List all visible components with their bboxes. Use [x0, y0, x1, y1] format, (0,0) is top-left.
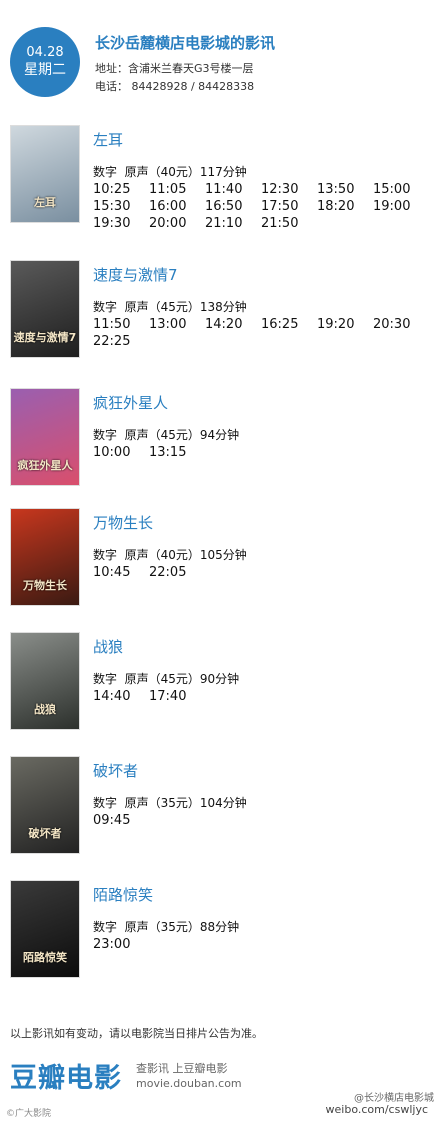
movie-poster[interactable]: 陌路惊笑 — [10, 880, 80, 978]
douban-movie-logo[interactable]: 豆瓣电影 — [10, 1056, 122, 1095]
movie-item[interactable]: 万物生长 万物生长 数字 原声（40元）105分钟 10:45 22:05 — [0, 508, 440, 618]
cinema-address: 地址：含浦米兰春天G3号楼一层 — [95, 62, 254, 75]
movie-info: 数字 原声（35元）104分钟 — [93, 796, 247, 810]
cinema-header: 04.28 星期二 长沙岳麓横店电影城的影讯 地址：含浦米兰春天G3号楼一层 电… — [0, 0, 440, 110]
movie-item[interactable]: 疯狂外星人 疯狂外星人 数字 原声（45元）94分钟 10:00 13:15 — [0, 388, 440, 498]
showtime[interactable]: 19:30 — [93, 215, 130, 232]
movie-title[interactable]: 疯狂外星人 — [93, 392, 168, 413]
movie-item[interactable]: 速度与激情7 速度与激情7 数字 原声（45元）138分钟 11:50 13:00 14:… — [0, 260, 440, 370]
showtime[interactable]: 11:50 — [93, 316, 130, 333]
movie-title[interactable]: 破坏者 — [93, 760, 138, 781]
movie-poster[interactable]: 战狼 — [10, 632, 80, 730]
showtime[interactable]: 14:40 — [93, 688, 130, 705]
brand-links[interactable]: 查影讯 上豆瓣电影 — [136, 1060, 228, 1076]
movie-title[interactable]: 陌路惊笑 — [93, 884, 153, 905]
showtime[interactable]: 21:10 — [205, 215, 242, 232]
showtime[interactable]: 16:00 — [149, 198, 186, 215]
showtime[interactable]: 11:05 — [149, 181, 186, 198]
showtime[interactable]: 15:30 — [93, 198, 130, 215]
poster-title: 万物生长 — [23, 579, 67, 592]
movie-poster[interactable]: 破坏者 — [10, 756, 80, 854]
poster-title: 速度与激情7 — [13, 331, 77, 344]
cinema-title: 长沙岳麓横店电影城的影讯 — [95, 34, 276, 52]
date-badge: 04.28 星期二 — [10, 27, 80, 97]
movie-title[interactable]: 战狼 — [93, 636, 123, 657]
showtime[interactable]: 09:45 — [93, 812, 130, 829]
brand-url[interactable]: movie.douban.com — [136, 1077, 242, 1090]
poster-title: 疯狂外星人 — [17, 459, 73, 472]
movie-title[interactable]: 左耳 — [93, 129, 123, 150]
showtime[interactable]: 11:40 — [205, 181, 242, 198]
showtime[interactable]: 16:25 — [261, 316, 298, 333]
poster-title: 战狼 — [34, 703, 56, 716]
movie-poster[interactable]: 疯狂外星人 — [10, 388, 80, 486]
weibo-watermark: @长沙横店电影城 — [354, 1093, 434, 1104]
date-text: 04.28 — [26, 45, 64, 60]
cinema-phone: 电话： 84428928 / 84428338 — [95, 80, 255, 93]
showtime[interactable]: 10:45 — [93, 564, 130, 581]
showtime[interactable]: 22:05 — [149, 564, 186, 581]
showtime[interactable]: 16:50 — [205, 198, 242, 215]
schedule-notice: 以上影讯如有变动，请以电影院当日排片公告为准。 — [10, 1027, 263, 1040]
showtime[interactable]: 15:00 — [373, 181, 410, 198]
movie-info: 数字 原声（45元）138分钟 — [93, 300, 247, 314]
showtime[interactable]: 20:00 — [149, 215, 186, 232]
showtime[interactable]: 13:00 — [149, 316, 186, 333]
movie-item[interactable]: 破坏者 破坏者 数字 原声（35元）104分钟 09:45 — [0, 756, 440, 866]
showtime[interactable]: 20:30 — [373, 316, 410, 333]
showtime[interactable]: 10:00 — [93, 444, 130, 461]
showtime[interactable]: 14:20 — [205, 316, 242, 333]
movie-poster[interactable]: 万物生长 — [10, 508, 80, 606]
showtime[interactable]: 22:25 — [93, 333, 130, 350]
movie-info: 数字 原声（40元）117分钟 — [93, 165, 247, 179]
poster-title: 破坏者 — [28, 827, 62, 840]
weibo-url: weibo.com/cswljyc — [325, 1103, 428, 1116]
showtime[interactable]: 19:20 — [317, 316, 354, 333]
showtime[interactable]: 18:20 — [317, 198, 354, 215]
movie-item[interactable]: 左耳 左耳 数字 原声（40元）117分钟 10:25 11:05 11:40 12:30 1… — [0, 125, 440, 235]
showtime[interactable]: 19:00 — [373, 198, 410, 215]
showtime[interactable]: 13:15 — [149, 444, 186, 461]
showtime[interactable]: 13:50 — [317, 181, 354, 198]
movie-info: 数字 原声（35元）88分钟 — [93, 920, 240, 934]
showtime[interactable]: 23:00 — [93, 936, 130, 953]
movie-item[interactable]: 战狼 战狼 数字 原声（45元）90分钟 14:40 17:40 — [0, 632, 440, 742]
movie-poster[interactable]: 速度与激情7 — [10, 260, 80, 358]
poster-title: 左耳 — [34, 196, 56, 209]
showtime[interactable]: 17:50 — [261, 198, 298, 215]
corner-watermark: ©广大影院 — [6, 1109, 52, 1119]
movie-title[interactable]: 万物生长 — [93, 512, 153, 533]
weekday-text: 星期二 — [24, 62, 66, 78]
movie-info: 数字 原声（45元）94分钟 — [93, 428, 240, 442]
showtime[interactable]: 21:50 — [261, 215, 298, 232]
showtime[interactable]: 12:30 — [261, 181, 298, 198]
showtime[interactable]: 10:25 — [93, 181, 130, 198]
movie-poster[interactable]: 左耳 — [10, 125, 80, 223]
movie-item[interactable]: 陌路惊笑 陌路惊笑 数字 原声（35元）88分钟 23:00 — [0, 880, 440, 990]
movie-info: 数字 原声（40元）105分钟 — [93, 548, 247, 562]
movie-info: 数字 原声（45元）90分钟 — [93, 672, 240, 686]
movie-title[interactable]: 速度与激情7 — [93, 264, 178, 285]
showtime[interactable]: 17:40 — [149, 688, 186, 705]
poster-title: 陌路惊笑 — [23, 951, 67, 964]
